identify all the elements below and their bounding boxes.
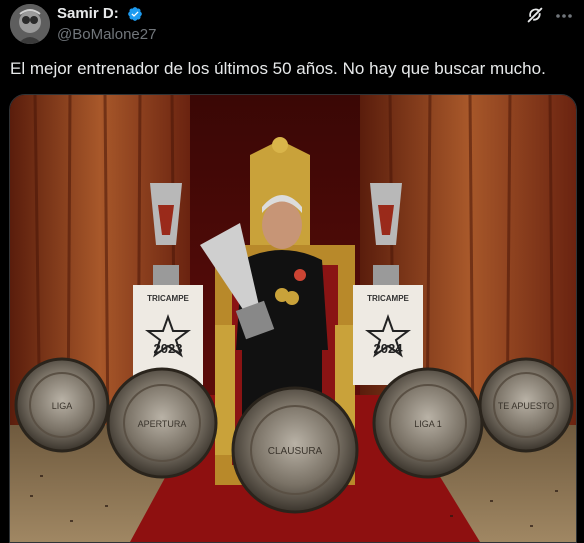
plate-1: LIGA — [14, 357, 110, 453]
verified-badge-icon — [127, 6, 143, 22]
author-names: Samir D: @BoMalone27 — [57, 5, 156, 43]
plate-text: TE APUESTO — [498, 401, 554, 411]
pedestal-brand: TRICAMPE — [367, 294, 409, 303]
plate-4: LIGA 1 — [372, 367, 484, 479]
avatar[interactable] — [10, 4, 50, 44]
more-options-icon[interactable] — [554, 6, 574, 26]
tweet-header: Samir D: @BoMalone27 — [10, 4, 574, 44]
display-name[interactable]: Samir D: — [57, 5, 119, 22]
plate-2: APERTURA — [106, 367, 218, 479]
plate-text: CLAUSURA — [268, 446, 323, 457]
tweet-text: El mejor entrenador de los últimos 50 añ… — [10, 59, 546, 78]
grok-icon[interactable] — [524, 4, 546, 26]
plate-3: CLAUSURA — [231, 386, 359, 514]
plate-text: LIGA 1 — [414, 419, 442, 429]
plate-text: LIGA — [52, 401, 73, 411]
tweet-photo[interactable]: TRICAMPE 2023 TRICAMPE 2024 LIGA APERTUR… — [9, 94, 577, 543]
tweet: Samir D: @BoMalone27 El mejor entrenador… — [0, 0, 584, 543]
pedestal-brand: TRICAMPE — [147, 294, 189, 303]
pedestal-year-2024: 2024 — [374, 341, 404, 356]
trophy-photo: TRICAMPE 2023 TRICAMPE 2024 LIGA APERTUR… — [10, 95, 576, 542]
pedestal-year-2023: 2023 — [154, 341, 183, 356]
plate-text: APERTURA — [138, 419, 187, 429]
handle[interactable]: @BoMalone27 — [57, 26, 156, 43]
plate-5: TE APUESTO — [478, 357, 574, 453]
